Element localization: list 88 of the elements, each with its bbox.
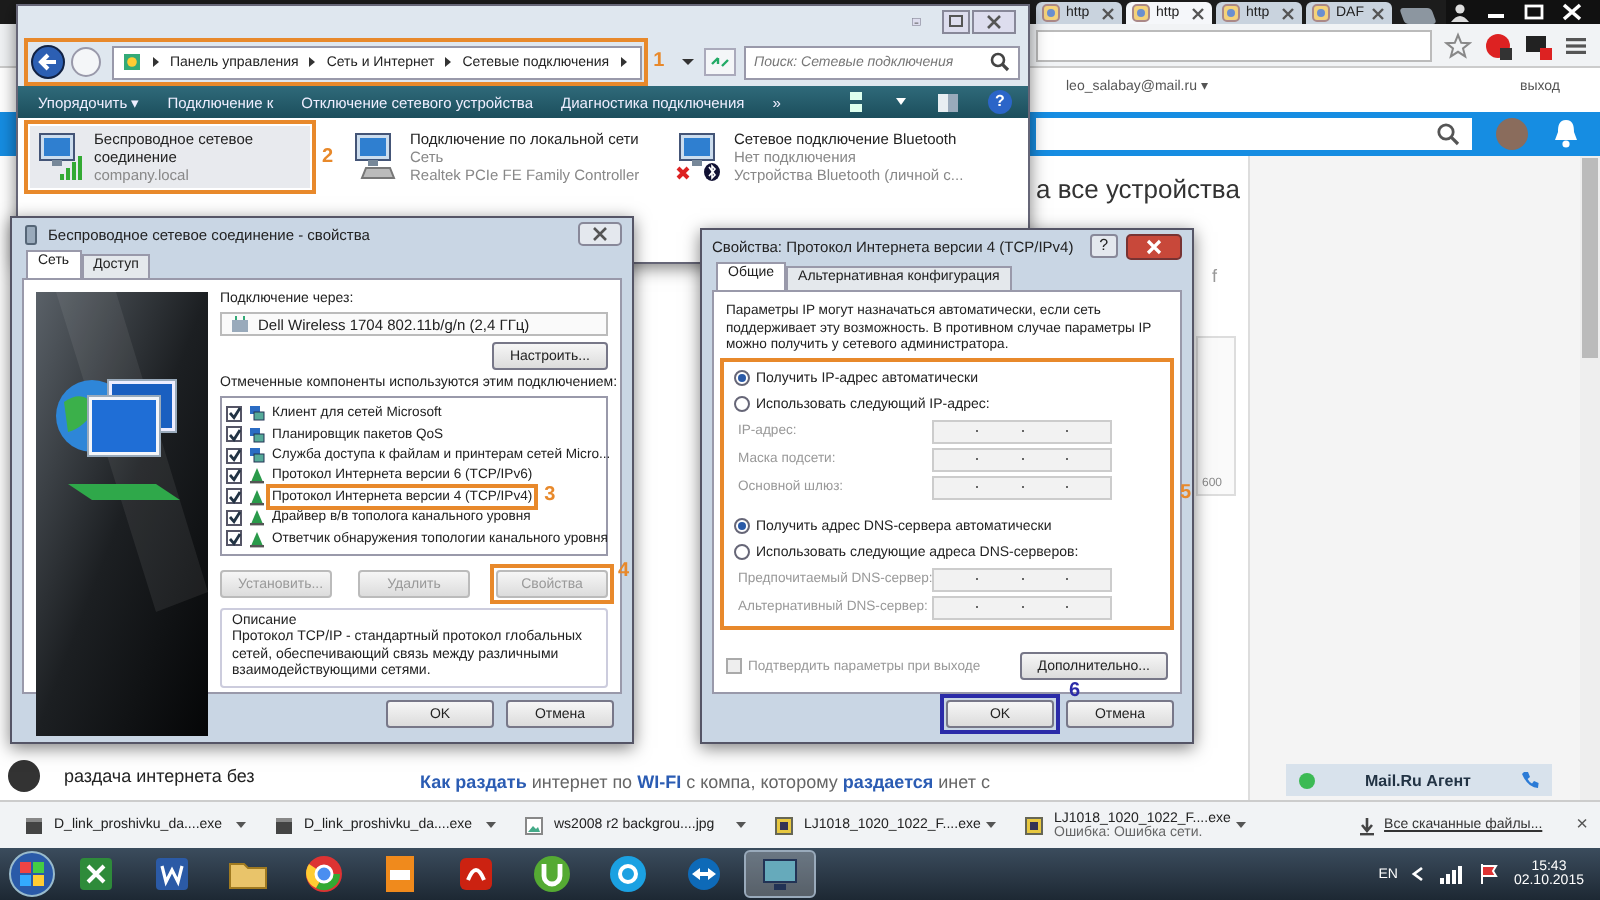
close-icon[interactable] xyxy=(1126,233,1182,259)
document-icon xyxy=(150,852,194,896)
annotation-number: 4 xyxy=(618,562,630,582)
ip-address-field[interactable] xyxy=(932,595,1113,619)
help-button[interactable]: ? xyxy=(1089,234,1118,258)
user-icon[interactable] xyxy=(1446,2,1474,22)
chat-bar[interactable]: Mail.Ru Агент xyxy=(1286,764,1552,796)
ip-address-field[interactable] xyxy=(932,447,1113,471)
checkbox[interactable] xyxy=(226,426,242,443)
search-field[interactable] xyxy=(1036,118,1472,150)
feed-item-title[interactable]: раздача интернета без xyxy=(64,766,255,786)
search-icon[interactable] xyxy=(990,52,1010,72)
back-icon[interactable] xyxy=(30,44,66,80)
network-connection-icon xyxy=(674,130,726,182)
checkbox[interactable] xyxy=(226,530,242,547)
annotation-number: 6 xyxy=(1068,682,1080,702)
scrollbar-thumb[interactable] xyxy=(1582,158,1598,358)
close-button[interactable]: × xyxy=(1576,814,1588,836)
installer-icon xyxy=(1024,815,1044,835)
annotation-number: 3 xyxy=(544,486,556,507)
checkbox[interactable] xyxy=(226,509,242,526)
adapter-icon xyxy=(22,223,40,245)
radio-button[interactable] xyxy=(734,544,750,560)
flag-icon[interactable] xyxy=(1477,862,1502,886)
browser-icon xyxy=(302,852,346,896)
help-button[interactable]: ? xyxy=(988,90,1012,114)
view-icon[interactable] xyxy=(846,90,866,114)
page-heading: а все устройства xyxy=(1036,172,1240,206)
download-icon xyxy=(1358,815,1377,835)
annotation-number: 1 xyxy=(653,52,665,72)
star-icon[interactable] xyxy=(1444,31,1472,59)
components-list[interactable] xyxy=(220,396,608,556)
network-connection-icon xyxy=(34,130,86,182)
page-icon xyxy=(1132,4,1150,22)
extension-icon[interactable] xyxy=(1524,31,1552,59)
close-icon[interactable] xyxy=(578,222,622,246)
menu-icon[interactable] xyxy=(1564,33,1588,57)
chevron-icon[interactable] xyxy=(442,54,455,70)
scrollbar[interactable] xyxy=(1580,156,1600,800)
bell-icon[interactable] xyxy=(1552,118,1580,150)
close-icon[interactable] xyxy=(1190,5,1206,21)
control-panel-icon xyxy=(122,52,142,72)
reader-app-icon xyxy=(454,852,498,896)
chevron-icon[interactable] xyxy=(1409,864,1426,884)
signal-icon[interactable] xyxy=(1437,862,1466,886)
phone-icon[interactable] xyxy=(1520,770,1540,790)
file-icon xyxy=(274,815,294,835)
ip-address-field[interactable] xyxy=(932,567,1113,591)
spreadsheet-icon xyxy=(74,852,118,896)
search-icon[interactable] xyxy=(1436,122,1460,146)
torrent-app-icon xyxy=(530,852,574,896)
avatar xyxy=(8,760,40,792)
checkbox[interactable] xyxy=(226,405,242,422)
caret-icon[interactable] xyxy=(680,54,696,70)
preview-pane-icon[interactable] xyxy=(936,91,960,113)
checkbox[interactable] xyxy=(226,447,242,464)
protocol-icon xyxy=(248,487,266,506)
page-icon xyxy=(1042,4,1060,22)
address-field[interactable] xyxy=(1036,29,1432,61)
extension-icon[interactable] xyxy=(1484,31,1512,59)
checkbox[interactable] xyxy=(226,488,242,505)
status-icon xyxy=(1298,771,1316,789)
radio-button[interactable] xyxy=(734,396,750,412)
installer-icon xyxy=(774,815,794,835)
caret-icon[interactable] xyxy=(894,96,908,108)
page-icon xyxy=(1222,4,1240,22)
chevron-icon[interactable] xyxy=(306,54,319,70)
chat-app-icon xyxy=(606,852,650,896)
adapter-icon xyxy=(230,314,250,334)
protocol-icon xyxy=(248,529,266,548)
chevron-icon[interactable] xyxy=(150,54,162,70)
page-icon xyxy=(1312,4,1330,22)
radio-button[interactable] xyxy=(734,370,750,386)
radio-button[interactable] xyxy=(734,518,750,534)
file-icon xyxy=(24,815,44,835)
start-button[interactable] xyxy=(8,850,56,898)
protocol-icon xyxy=(248,508,266,527)
checkbox[interactable] xyxy=(226,467,242,484)
ip-address-field[interactable] xyxy=(932,475,1113,499)
ip-address-field[interactable] xyxy=(932,419,1113,443)
remote-desktop-icon xyxy=(682,852,726,896)
chevron-icon[interactable] xyxy=(617,54,630,70)
post-title-link[interactable]: Как раздать интернет по WI-FI с компа, которому раздается инет с xyxy=(420,772,990,792)
annotation-number: 5 xyxy=(1180,483,1192,503)
protocol-icon xyxy=(248,466,266,485)
new-tab-button[interactable] xyxy=(1399,8,1437,24)
image-file-icon xyxy=(524,815,544,835)
annotation-number: 2 xyxy=(322,147,334,167)
